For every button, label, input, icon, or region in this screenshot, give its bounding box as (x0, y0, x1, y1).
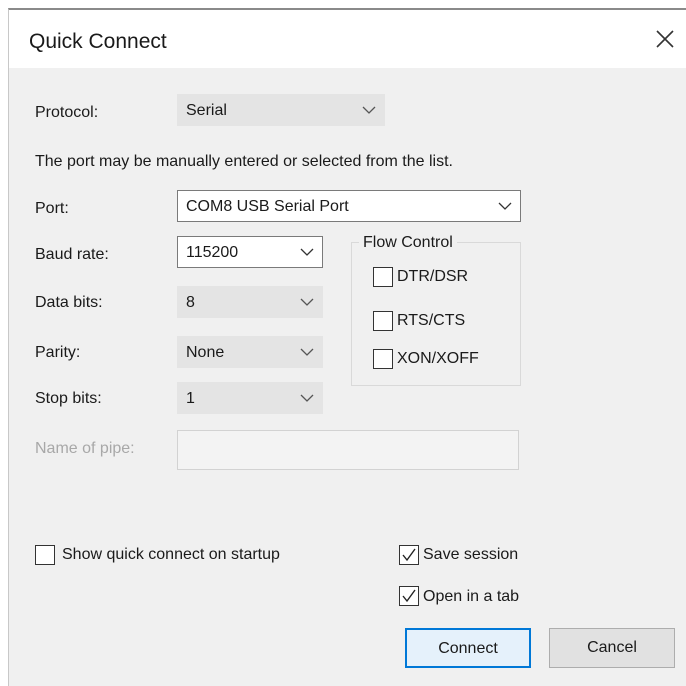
port-combobox[interactable]: COM8 USB Serial Port (177, 190, 521, 222)
protocol-select[interactable]: Serial (177, 94, 385, 126)
stop-bits-label: Stop bits: (35, 390, 102, 407)
baud-rate-label: Baud rate: (35, 246, 109, 263)
show-on-startup-checkbox[interactable] (35, 545, 55, 565)
flow-control-title: Flow Control (359, 234, 457, 252)
stop-bits-select[interactable]: 1 (177, 382, 323, 414)
rts-cts-label: RTS/CTS (397, 312, 466, 329)
port-value: COM8 USB Serial Port (186, 198, 349, 215)
checkmark-icon (402, 589, 416, 603)
chevron-down-icon[interactable] (498, 201, 512, 211)
quick-connect-dialog: Quick Connect Protocol: Serial The port … (8, 8, 686, 686)
protocol-label: Protocol: (35, 104, 99, 121)
checkmark-icon (402, 548, 416, 562)
title-bar: Quick Connect (9, 10, 686, 68)
save-session-label: Save session (423, 546, 519, 563)
xon-xoff-checkbox[interactable] (373, 349, 393, 369)
dtr-dsr-checkbox[interactable] (373, 267, 393, 287)
open-in-tab-checkbox[interactable] (399, 586, 419, 606)
data-bits-label: Data bits: (35, 294, 103, 311)
rts-cts-checkbox[interactable] (373, 311, 393, 331)
protocol-value: Serial (186, 102, 227, 119)
data-bits-value: 8 (186, 294, 195, 311)
dtr-dsr-label: DTR/DSR (397, 268, 469, 285)
save-session-checkbox[interactable] (399, 545, 419, 565)
open-in-tab-label: Open in a tab (423, 588, 520, 605)
chevron-down-icon (300, 394, 314, 402)
parity-label: Parity: (35, 344, 81, 361)
parity-value: None (186, 344, 225, 361)
connect-button[interactable]: Connect (405, 628, 531, 668)
chevron-down-icon (300, 298, 314, 306)
baud-rate-combobox[interactable]: 115200 (177, 236, 323, 268)
port-label: Port: (35, 200, 69, 217)
close-icon[interactable] (652, 26, 678, 52)
chevron-down-icon[interactable] (300, 247, 314, 257)
cancel-button[interactable]: Cancel (549, 628, 675, 668)
baud-rate-value: 115200 (186, 244, 239, 261)
parity-select[interactable]: None (177, 336, 323, 368)
pipe-name-input (177, 430, 519, 470)
dialog-title: Quick Connect (29, 30, 167, 53)
port-hint-text: The port may be manually entered or sele… (35, 153, 453, 170)
data-bits-select[interactable]: 8 (177, 286, 323, 318)
pipe-name-label: Name of pipe: (35, 440, 135, 457)
chevron-down-icon (362, 106, 376, 114)
stop-bits-value: 1 (186, 390, 195, 407)
xon-xoff-label: XON/XOFF (397, 350, 479, 367)
chevron-down-icon (300, 348, 314, 356)
show-on-startup-label: Show quick connect on startup (62, 546, 280, 563)
